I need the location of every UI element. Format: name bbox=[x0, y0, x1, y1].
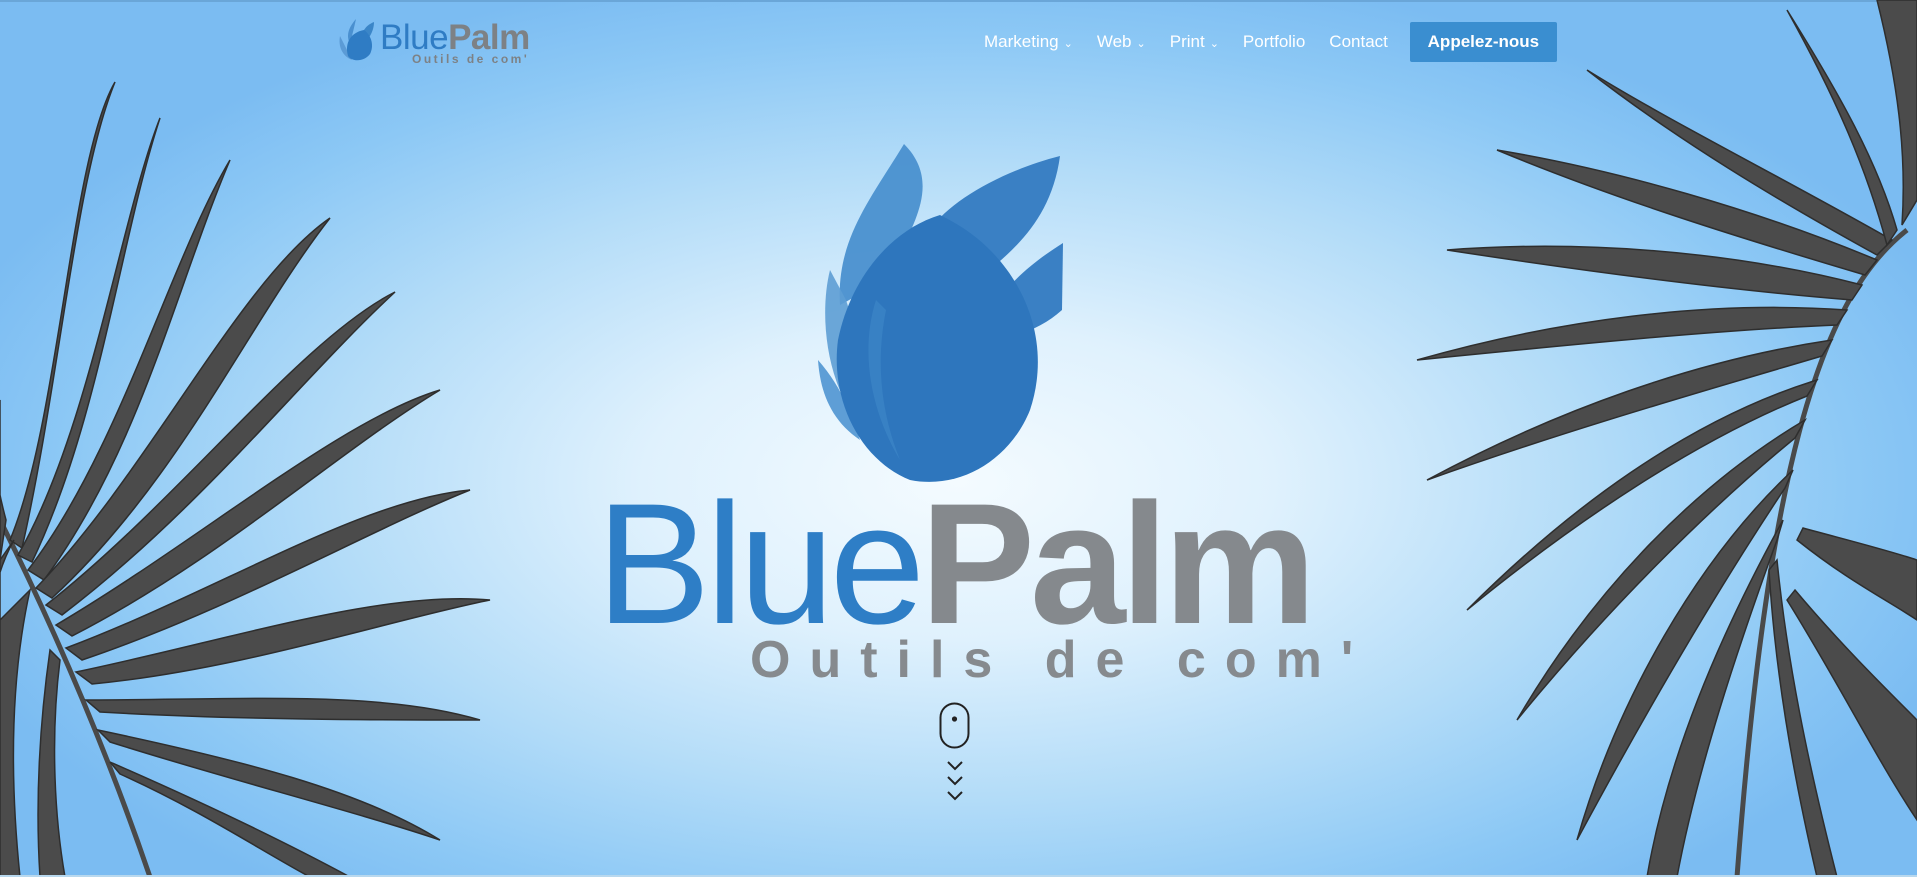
palm-frond-left-icon bbox=[0, 81, 491, 877]
chevron-down-icon bbox=[947, 761, 963, 801]
nav-item-label: Portfolio bbox=[1242, 32, 1306, 51]
nav-item-label: Print bbox=[1169, 32, 1205, 51]
palm-frond-right-icon bbox=[1416, 0, 1917, 877]
call-us-button[interactable]: Appelez-nous bbox=[1409, 22, 1557, 62]
nav-item-marketing[interactable]: Marketing ⌄ bbox=[984, 32, 1073, 52]
nav-item-contact[interactable]: Contact bbox=[1329, 32, 1388, 52]
nav-item-label: Marketing bbox=[984, 32, 1059, 51]
mouse-icon bbox=[939, 702, 970, 749]
hero-palm-leaf-icon bbox=[818, 144, 1063, 482]
nav-item-label: Contact bbox=[1329, 32, 1388, 51]
logo-tagline: Outils de com' bbox=[412, 52, 530, 66]
chevron-down-icon: ⌄ bbox=[1209, 38, 1219, 50]
chevron-down-icon: ⌄ bbox=[1136, 38, 1146, 50]
main-nav: Marketing ⌄ Web ⌄ Print ⌄ Portfolio Cont… bbox=[984, 22, 1557, 62]
chevron-down-icon: ⌄ bbox=[1063, 38, 1073, 50]
nav-item-label: Web bbox=[1096, 32, 1132, 51]
nav-item-portfolio[interactable]: Portfolio bbox=[1243, 32, 1305, 52]
scroll-down-indicator[interactable] bbox=[939, 702, 971, 810]
site-logo[interactable]: BluePalm Outils de com' bbox=[334, 14, 534, 66]
hero-title: BluePalm bbox=[596, 474, 1316, 654]
hero-subtitle: Outils de com' bbox=[750, 631, 1373, 689]
nav-item-web[interactable]: Web ⌄ bbox=[1097, 32, 1146, 52]
nav-item-print[interactable]: Print ⌄ bbox=[1170, 32, 1219, 52]
palm-leaf-logo-icon bbox=[339, 19, 374, 61]
